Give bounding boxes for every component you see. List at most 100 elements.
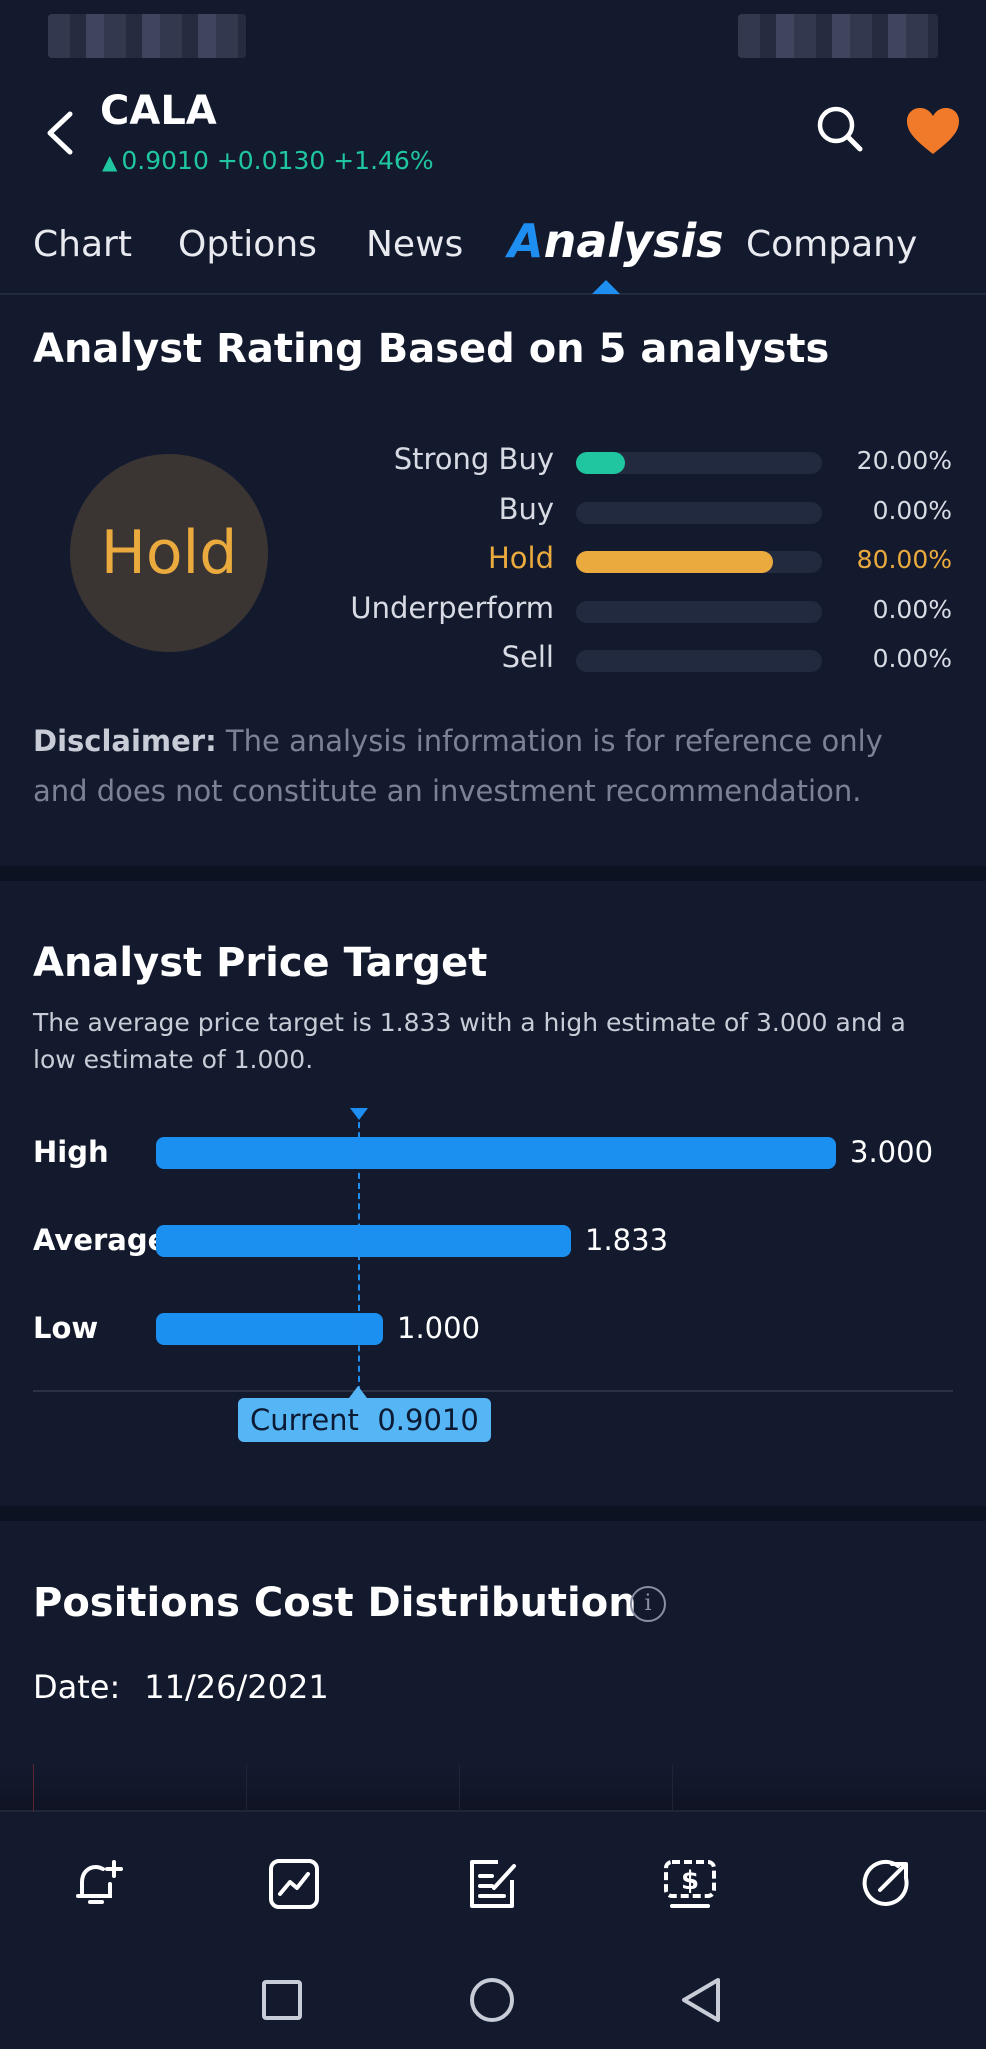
analyst-rating-title: Analyst Rating Based on 5 analysts xyxy=(33,326,830,372)
consensus-rating-badge: Hold xyxy=(70,454,268,652)
price-target-label: Average xyxy=(33,1223,168,1257)
rating-bar-track xyxy=(576,551,822,573)
section-divider xyxy=(0,866,986,881)
current-value: 0.9010 xyxy=(377,1403,479,1437)
share-icon xyxy=(862,1860,909,1906)
date-label: Date: xyxy=(33,1668,121,1706)
rating-percent: 0.00% xyxy=(872,595,952,624)
up-arrow-icon: ▲ xyxy=(102,150,118,174)
rating-label: Buy xyxy=(498,492,554,526)
svg-text:$: $ xyxy=(681,1866,699,1896)
section-divider xyxy=(0,1506,986,1521)
tab-options[interactable]: Options xyxy=(178,224,317,265)
disclaimer: Disclaimer: The analysis information is … xyxy=(33,716,943,816)
share-button[interactable] xyxy=(858,1856,914,1912)
price-change-pct: +1.46% xyxy=(333,146,434,175)
price-target-bar xyxy=(156,1225,571,1257)
current-label: Current xyxy=(250,1403,359,1437)
rating-row: Sell 0.00% xyxy=(280,640,966,680)
current-price-line xyxy=(358,1112,360,1392)
chart-button[interactable] xyxy=(266,1856,322,1912)
chart-gridline xyxy=(672,1764,673,1812)
tab-chart[interactable]: Chart xyxy=(33,224,132,265)
bottom-action-bar: $ xyxy=(0,1812,986,1952)
back-button[interactable] xyxy=(40,108,80,158)
rating-label: Sell xyxy=(501,640,554,674)
rating-row: Underperform 0.00% xyxy=(280,591,966,631)
price-target-label: Low xyxy=(33,1311,99,1345)
date-value: 11/26/2021 xyxy=(144,1668,329,1706)
recent-apps-button[interactable] xyxy=(258,1976,306,2024)
price-target-description: The average price target is 1.833 with a… xyxy=(33,1008,906,1074)
positions-title: Positions Cost Distribution xyxy=(33,1580,637,1626)
rating-percent: 80.00% xyxy=(856,545,952,574)
rating-label: Strong Buy xyxy=(393,442,554,476)
rating-bar-track xyxy=(576,601,822,623)
rating-label: Hold xyxy=(487,541,554,575)
chart-gridline xyxy=(459,1764,460,1812)
tab-news[interactable]: News xyxy=(366,224,463,265)
price-change: +0.0130 xyxy=(216,146,326,175)
tab-analysis[interactable]: Analysis xyxy=(508,214,724,268)
positions-date: Date: 11/26/2021 xyxy=(33,1668,329,1706)
heart-icon xyxy=(907,108,959,154)
rating-percent: 20.00% xyxy=(856,446,952,475)
trade-button[interactable]: $ xyxy=(662,1856,718,1912)
rating-bar-fill xyxy=(576,452,626,474)
chart-gridline xyxy=(246,1764,247,1812)
price-target-row: High 3.000 xyxy=(33,1133,983,1173)
system-nav-bar xyxy=(0,1952,986,2049)
triangle-back-icon xyxy=(682,1978,720,2022)
cost-distribution-chart xyxy=(0,1764,986,1812)
active-tab-indicator xyxy=(592,280,620,294)
price-target-baseline xyxy=(33,1390,953,1392)
circle-icon xyxy=(470,1978,514,2022)
status-bar xyxy=(0,0,986,64)
status-right-obscured xyxy=(738,14,938,58)
info-icon[interactable]: i xyxy=(630,1586,666,1622)
chart-trend-icon xyxy=(269,1859,319,1909)
search-button[interactable] xyxy=(815,104,865,154)
status-left-obscured xyxy=(48,14,246,58)
rating-label: Underperform xyxy=(350,591,554,625)
consensus-rating-label: Hold xyxy=(100,518,238,588)
price-target-label: High xyxy=(33,1135,109,1169)
disclaimer-label: Disclaimer: xyxy=(33,724,217,758)
price-target-title: Analyst Price Target xyxy=(33,940,488,986)
search-icon xyxy=(817,106,863,152)
rating-row: Buy 0.00% xyxy=(280,492,966,532)
price-target-bar xyxy=(156,1313,383,1345)
rating-row: Hold 80.00% xyxy=(280,541,966,581)
back-nav-button[interactable] xyxy=(678,1976,726,2024)
current-marker-tip xyxy=(349,1386,367,1398)
note-button[interactable] xyxy=(464,1856,520,1912)
chevron-left-icon xyxy=(47,111,73,155)
tab-company[interactable]: Company xyxy=(746,224,917,265)
stock-header: CALA ▲ 0.9010 +0.0130 +1.46% xyxy=(0,78,986,188)
rating-bar-track xyxy=(576,452,822,474)
dollar-trade-icon: $ xyxy=(664,1860,716,1908)
rating-bar-fill xyxy=(576,551,773,573)
home-button[interactable] xyxy=(468,1976,516,2024)
favorite-button[interactable] xyxy=(905,106,961,156)
edit-note-icon xyxy=(470,1860,516,1908)
price-target-row: Average 1.833 xyxy=(33,1221,983,1261)
rating-bar-track xyxy=(576,650,822,672)
bell-plus-icon xyxy=(76,1860,123,1904)
price-target-bar xyxy=(156,1137,836,1169)
rating-percent: 0.00% xyxy=(872,496,952,525)
last-price: 0.9010 xyxy=(121,146,209,175)
tab-analysis-rest: nalysis xyxy=(543,214,724,268)
rating-row: Strong Buy 20.00% xyxy=(280,442,966,482)
price-target-row: Low 1.000 xyxy=(33,1309,983,1349)
ticker-symbol: CALA xyxy=(100,88,217,134)
square-icon xyxy=(262,1980,302,2020)
chart-gridline xyxy=(33,1764,34,1812)
tab-bar: Chart Options News Analysis Company xyxy=(0,210,986,295)
price-target-value: 3.000 xyxy=(850,1135,934,1169)
price-target-value: 1.833 xyxy=(585,1223,669,1257)
price-target-value: 1.000 xyxy=(397,1311,481,1345)
rating-bar-track xyxy=(576,502,822,524)
alert-button[interactable] xyxy=(70,1856,126,1912)
tab-analysis-initial: A xyxy=(508,214,544,268)
